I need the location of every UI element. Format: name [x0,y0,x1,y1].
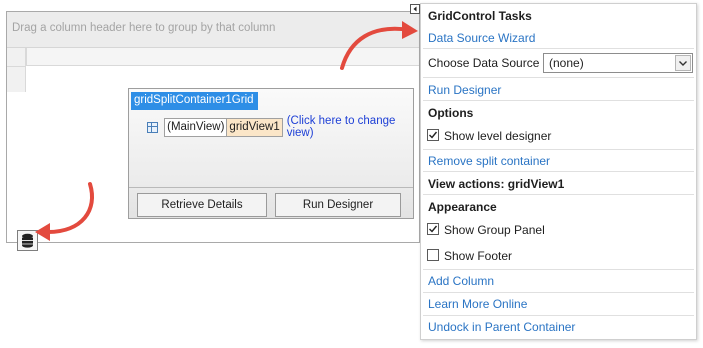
annotation-arrows [35,21,418,241]
arrow-to-wizard-icon [340,21,418,70]
arrow-to-database-icon [35,182,94,241]
